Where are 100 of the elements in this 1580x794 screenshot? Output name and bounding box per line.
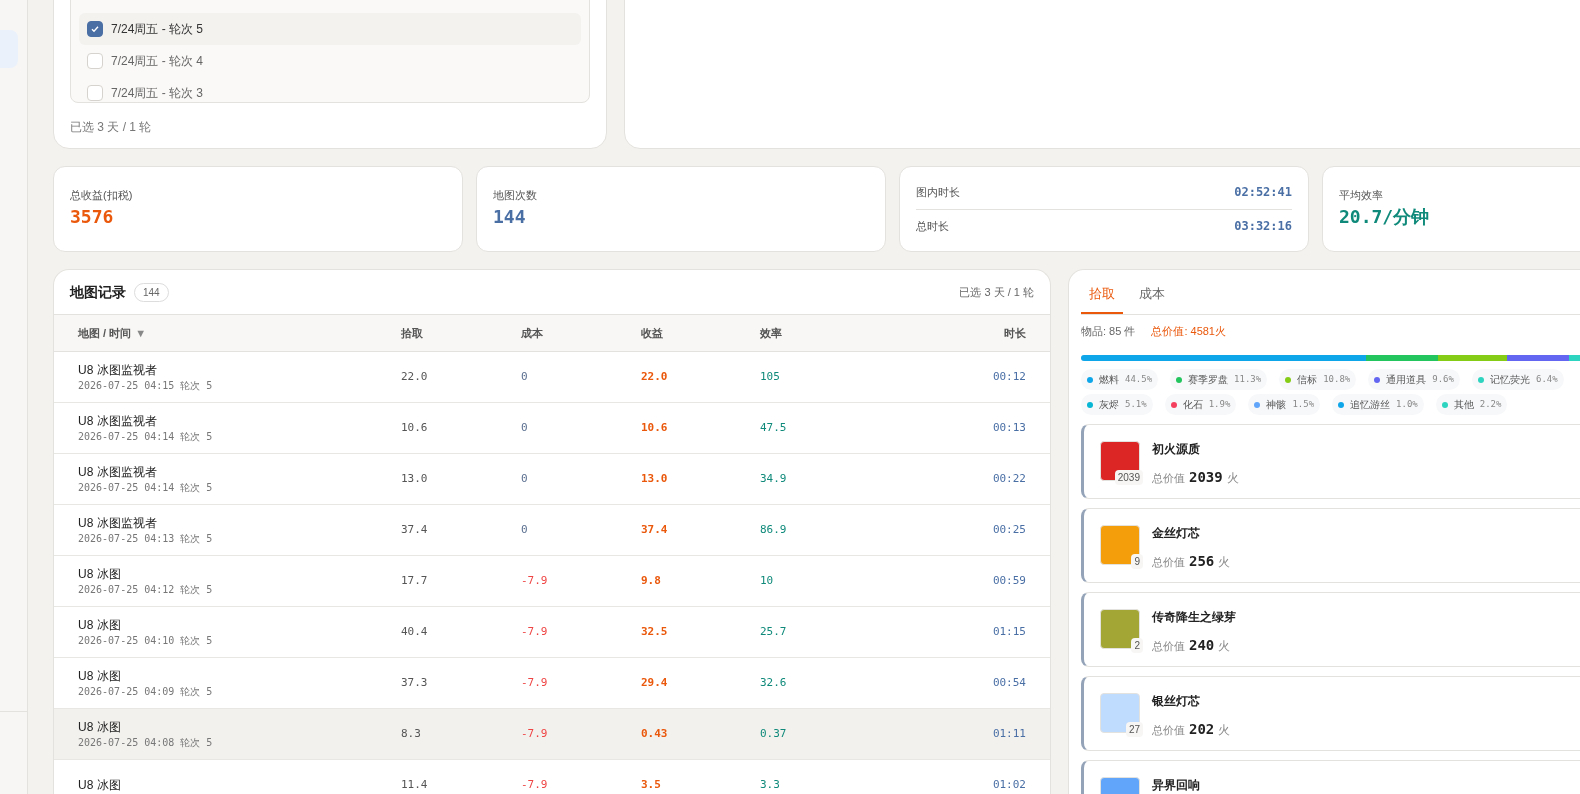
profit-cell-text: 22.0 bbox=[641, 368, 669, 385]
efficiency-cell-text: 3.3 bbox=[760, 776, 781, 793]
selection-summary: 已选 3 天 / 1 轮 bbox=[959, 284, 1034, 300]
profit-cell-text: 10.6 bbox=[641, 419, 669, 436]
category-chip[interactable]: 通用道具 9.6% bbox=[1368, 369, 1460, 390]
stat-value: 20.7/分钟 bbox=[1339, 205, 1431, 230]
item-card[interactable]: 9 金丝灯芯 总价值 256 火 bbox=[1081, 508, 1580, 583]
tab[interactable]: 成本 bbox=[1131, 284, 1173, 314]
category-name: 追忆游丝 bbox=[1350, 398, 1391, 412]
cost-cell-text: -7.9 bbox=[521, 623, 549, 640]
cost-cell-text: -7.9 bbox=[521, 572, 549, 589]
item-count-badge: 27 bbox=[1125, 722, 1143, 737]
item-card[interactable]: 27 银丝灯芯 总价值 202 火 bbox=[1081, 676, 1580, 751]
column-header[interactable]: 收益 bbox=[641, 324, 760, 342]
category-chip[interactable]: 追忆游丝 1.0% bbox=[1332, 394, 1424, 415]
stat-label: 总时长 bbox=[916, 218, 949, 234]
map-name: U8 冰图监视者 bbox=[78, 412, 158, 429]
category-chip[interactable]: 其他 2.2% bbox=[1435, 394, 1508, 415]
profit-cell-text: 0.43 bbox=[641, 725, 669, 742]
category-name: 化石 bbox=[1182, 398, 1203, 412]
cost-cell-text: -7.9 bbox=[521, 725, 549, 742]
stat-value: 03:32:16 bbox=[1234, 217, 1292, 234]
profit-cell-text: 3.5 bbox=[641, 776, 662, 793]
category-name: 灰烬 bbox=[1099, 398, 1119, 412]
category-chip[interactable]: 灰烬 5.1% bbox=[1081, 394, 1153, 415]
column-header[interactable]: 时长 bbox=[1004, 324, 1026, 342]
pickup-cell-text: 37.3 bbox=[401, 674, 429, 691]
records-title: 地图记录 bbox=[70, 283, 126, 302]
map-name: U8 冰图监视者 bbox=[78, 514, 158, 531]
category-name: 记忆荧光 bbox=[1489, 373, 1530, 387]
record-time: 2026-07-25 04:14 轮次 5 bbox=[78, 429, 214, 444]
value-unit: 火 bbox=[1218, 554, 1231, 570]
round-option[interactable]: 7/24周五 - 轮次 3 bbox=[79, 77, 581, 102]
category-chip[interactable]: 燃料 44.5% bbox=[1081, 369, 1159, 390]
profit-cell-text: 9.8 bbox=[641, 572, 662, 589]
value-label: 总价值 bbox=[1152, 723, 1185, 738]
category-chip[interactable]: 赛季罗盘 11.3% bbox=[1170, 369, 1268, 390]
stat-label: 总收益(扣税) bbox=[70, 187, 134, 203]
category-share: 1.5% bbox=[1292, 397, 1315, 411]
tab[interactable]: 拾取 bbox=[1081, 284, 1123, 314]
record-time: 2026-07-25 04:15 轮次 5 bbox=[78, 378, 214, 393]
check-icon bbox=[90, 24, 100, 34]
pickup-cell-text: 11.4 bbox=[401, 776, 429, 793]
cost-cell-text: 0 bbox=[521, 368, 529, 385]
category-chip[interactable]: 记忆荧光 6.4% bbox=[1471, 369, 1564, 390]
duration-cell-text: 00:54 bbox=[992, 674, 1026, 691]
stat-value: 3576 bbox=[70, 205, 115, 230]
item-count-badge: 2 bbox=[1131, 638, 1143, 653]
item-card[interactable]: 2 传奇降生之绿芽 总价值 240 火 bbox=[1081, 592, 1580, 667]
category-name: 其他 bbox=[1453, 398, 1474, 412]
item-card[interactable]: 异界回响 bbox=[1081, 760, 1580, 794]
profit-cell-text: 32.5 bbox=[641, 623, 669, 640]
column-header[interactable]: 效率 bbox=[760, 324, 1004, 342]
map-name: U8 冰图 bbox=[78, 718, 122, 735]
category-name: 燃料 bbox=[1099, 373, 1119, 387]
value-label: 总价值 bbox=[1152, 639, 1185, 654]
item-value: 240 bbox=[1189, 636, 1215, 655]
duration-cell-text: 01:11 bbox=[992, 725, 1026, 742]
category-share: 9.6% bbox=[1432, 372, 1454, 386]
category-share: 11.3% bbox=[1234, 372, 1262, 386]
item-name: 银丝灯芯 bbox=[1152, 693, 1201, 709]
item-name: 初火源质 bbox=[1152, 441, 1201, 457]
category-chip[interactable]: 化石 1.9% bbox=[1164, 394, 1237, 415]
duration-cell-text: 00:22 bbox=[992, 470, 1026, 487]
efficiency-cell-text: 25.7 bbox=[760, 623, 788, 640]
efficiency-cell-text: 32.6 bbox=[760, 674, 788, 691]
category-chip[interactable]: 信标 10.8% bbox=[1279, 369, 1357, 390]
profit-cell-text: 37.4 bbox=[641, 521, 669, 538]
item-name: 传奇降生之绿芽 bbox=[1152, 609, 1236, 625]
selection-summary: 已选 3 天 / 1 轮 bbox=[70, 119, 153, 135]
category-share: 10.8% bbox=[1323, 372, 1351, 386]
stat-label: 地图次数 bbox=[493, 187, 538, 203]
category-chip[interactable]: 神骸 1.5% bbox=[1248, 394, 1321, 415]
item-count: 物品: 85 件 bbox=[1081, 323, 1136, 339]
checkbox[interactable] bbox=[87, 21, 103, 37]
cost-cell-text: 0 bbox=[521, 419, 529, 436]
duration-cell-text: 00:12 bbox=[992, 368, 1026, 385]
category-share: 1.0% bbox=[1396, 397, 1418, 411]
category-share: 5.1% bbox=[1125, 397, 1147, 411]
category-name: 赛季罗盘 bbox=[1188, 373, 1229, 387]
profit-cell-text: 29.4 bbox=[641, 674, 669, 691]
record-row[interactable]: U8 冰图 2026-07-25 04:08 轮次 5 8.3 -7.9 0.43 0.37 01:11 bbox=[54, 709, 1050, 760]
record-time: 2026-07-25 04:14 轮次 5 bbox=[78, 480, 214, 495]
column-header[interactable]: 地图 / 时间 bbox=[78, 324, 132, 342]
column-header[interactable]: 拾取 bbox=[401, 324, 521, 342]
round-option[interactable]: 7/24周五 - 轮次 4 bbox=[79, 45, 581, 77]
map-name: U8 冰图 bbox=[78, 616, 122, 633]
profit-cell-text: 13.0 bbox=[641, 470, 669, 487]
item-card[interactable]: 2039 初火源质 总价值 2039 火 bbox=[1081, 424, 1580, 499]
item-value: 2039 bbox=[1189, 468, 1223, 487]
value-label: 总价值 bbox=[1152, 471, 1185, 486]
pickup-cell-text: 13.0 bbox=[401, 470, 429, 487]
stat-value: 144 bbox=[493, 205, 527, 230]
column-header[interactable]: 成本 bbox=[521, 324, 641, 342]
pickup-cell-text: 22.0 bbox=[401, 368, 429, 385]
value-unit: 火 bbox=[1226, 470, 1239, 486]
pickup-cell-text: 40.4 bbox=[401, 623, 429, 640]
efficiency-cell-text: 105 bbox=[760, 368, 781, 385]
map-name: U8 冰图 bbox=[78, 667, 122, 684]
pickup-cell-text: 10.6 bbox=[401, 419, 429, 436]
